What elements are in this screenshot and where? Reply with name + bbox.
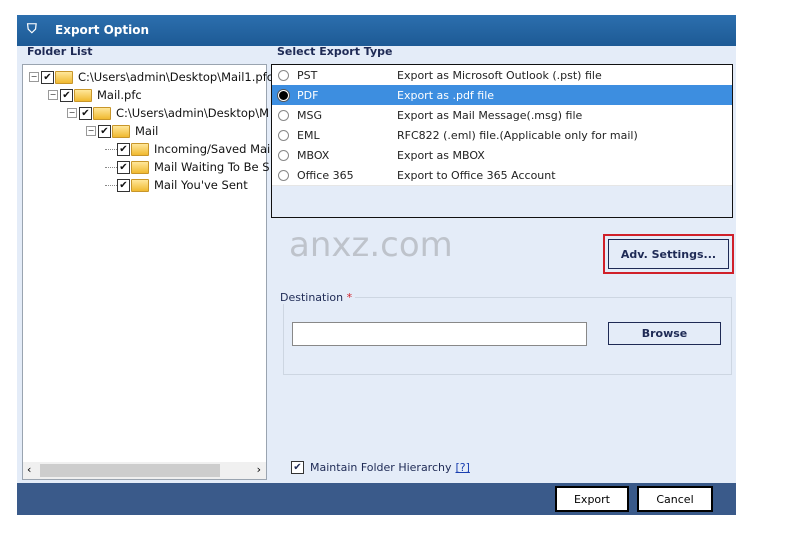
- tree-node-label: Incoming/Saved Mai: [154, 142, 271, 156]
- export-type-list[interactable]: PST Export as Microsoft Outlook (.pst) fi…: [271, 64, 733, 218]
- export-option-msg[interactable]: MSG Export as Mail Message(.msg) file: [272, 105, 732, 126]
- collapse-icon[interactable]: −: [29, 72, 39, 82]
- option-description: Export as Microsoft Outlook (.pst) file: [397, 68, 602, 82]
- option-description: Export to Office 365 Account: [397, 168, 556, 182]
- tree-node[interactable]: ✔ Mail Waiting To Be S: [105, 158, 270, 176]
- export-option-dialog: ⛉ Export Option Folder List − ✔ C:\Users\a…: [17, 15, 736, 515]
- tree-checkbox[interactable]: ✔: [98, 124, 111, 138]
- collapse-icon[interactable]: −: [86, 126, 96, 136]
- title-bar: ⛉ Export Option: [17, 15, 736, 46]
- folder-icon: [131, 178, 149, 192]
- folder-icon: [93, 106, 111, 120]
- radio-button[interactable]: [278, 89, 289, 101]
- tree-node-label: C:\Users\admin\Desktop\M: [116, 106, 269, 120]
- scroll-right-icon[interactable]: ›: [257, 463, 261, 476]
- tree-node[interactable]: − ✔ C:\Users\admin\Desktop\M: [67, 104, 269, 122]
- export-option-pdf[interactable]: PDF Export as .pdf file: [272, 85, 732, 106]
- option-name: Office 365: [297, 168, 354, 182]
- export-option-office-365[interactable]: Office 365 Export to Office 365 Account: [272, 165, 732, 186]
- watermark: anxz.com: [289, 225, 453, 265]
- option-name: MSG: [297, 108, 322, 122]
- option-name: PDF: [297, 88, 319, 102]
- export-button[interactable]: Export: [555, 486, 629, 512]
- option-name: MBOX: [297, 148, 330, 162]
- maintain-hierarchy-label: Maintain Folder Hierarchy: [310, 461, 452, 474]
- option-description: Export as Mail Message(.msg) file: [397, 108, 583, 122]
- folder-icon: [131, 160, 149, 174]
- tree-checkbox[interactable]: ✔: [117, 142, 130, 156]
- window-title: Export Option: [55, 23, 150, 37]
- export-type-label: Select Export Type: [277, 45, 393, 58]
- radio-button[interactable]: [278, 69, 289, 81]
- tree-checkbox[interactable]: ✔: [117, 160, 130, 174]
- option-description: Export as .pdf file: [397, 88, 495, 102]
- destination-input[interactable]: [292, 322, 587, 346]
- destination-label: Destination *: [280, 291, 356, 304]
- folder-tree[interactable]: − ✔ C:\Users\admin\Desktop\Mail1.pfc − ✔ Mail…: [22, 64, 273, 480]
- cancel-button[interactable]: Cancel: [637, 486, 713, 512]
- adv-settings-highlight: Adv. Settings...: [603, 234, 734, 274]
- footer-bar: Export Cancel: [17, 483, 736, 515]
- radio-button[interactable]: [278, 129, 289, 141]
- export-option-eml[interactable]: EML RFC822 (.eml) file.(Applicable only f…: [272, 125, 732, 146]
- option-description: Export as MBOX: [397, 148, 485, 162]
- tree-node[interactable]: ✔ Incoming/Saved Mai: [105, 140, 270, 158]
- folder-icon: [74, 88, 92, 102]
- tree-node-label: Mail.pfc: [97, 88, 142, 102]
- tree-node-label: C:\Users\admin\Desktop\Mail1.pfc: [78, 70, 274, 84]
- adv-settings-button[interactable]: Adv. Settings...: [608, 239, 729, 269]
- folder-icon: [112, 124, 130, 138]
- tree-node[interactable]: − ✔ Mail.pfc: [48, 86, 142, 104]
- tree-node[interactable]: − ✔ C:\Users\admin\Desktop\Mail1.pfc: [29, 68, 273, 86]
- folder-list-label: Folder List: [27, 45, 93, 58]
- tree-checkbox[interactable]: ✔: [60, 88, 73, 102]
- tree-checkbox[interactable]: ✔: [79, 106, 92, 120]
- tree-node[interactable]: ✔ Mail You've Sent: [105, 176, 248, 194]
- folder-icon: [131, 142, 149, 156]
- option-description: RFC822 (.eml) file.(Applicable only for …: [397, 128, 638, 142]
- tree-checkbox[interactable]: ✔: [41, 70, 54, 84]
- collapse-icon[interactable]: −: [48, 90, 58, 100]
- radio-button[interactable]: [278, 109, 289, 121]
- app-shield-icon: ⛉: [27, 22, 37, 37]
- radio-button[interactable]: [278, 169, 289, 181]
- tree-checkbox[interactable]: ✔: [117, 178, 130, 192]
- tree-node-label: Mail Waiting To Be S: [154, 160, 270, 174]
- option-name: EML: [297, 128, 320, 142]
- maintain-hierarchy-option[interactable]: ✔ Maintain Folder Hierarchy [?]: [291, 461, 470, 474]
- collapse-icon[interactable]: −: [67, 108, 77, 118]
- tree-node-label: Mail: [135, 124, 159, 138]
- help-link[interactable]: [?]: [456, 461, 470, 474]
- tree-node[interactable]: − ✔ Mail: [86, 122, 158, 140]
- horizontal-scrollbar[interactable]: ‹ ›: [23, 462, 266, 479]
- scroll-left-icon[interactable]: ‹: [27, 463, 31, 476]
- export-option-mbox[interactable]: MBOX Export as MBOX: [272, 145, 732, 166]
- export-option-pst[interactable]: PST Export as Microsoft Outlook (.pst) fi…: [272, 65, 732, 86]
- radio-button[interactable]: [278, 149, 289, 161]
- maintain-hierarchy-checkbox[interactable]: ✔: [291, 461, 304, 474]
- scrollbar-thumb[interactable]: [40, 464, 220, 477]
- folder-icon: [55, 70, 73, 84]
- tree-node-label: Mail You've Sent: [154, 178, 248, 192]
- option-name: PST: [297, 68, 318, 82]
- browse-button[interactable]: Browse: [608, 322, 721, 345]
